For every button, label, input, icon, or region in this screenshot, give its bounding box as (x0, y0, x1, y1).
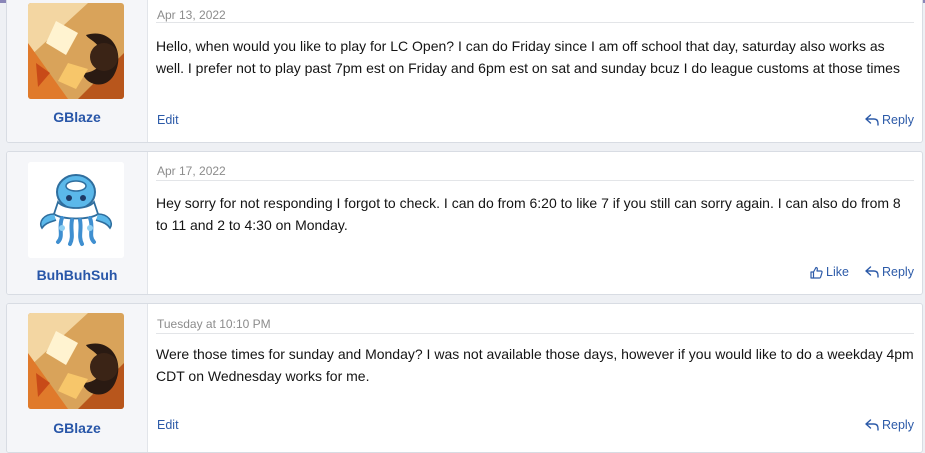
post-body: Hello, when would you like to play for L… (156, 38, 900, 76)
avatar[interactable] (28, 313, 124, 409)
post-body: Were those times for sunday and Monday? … (156, 346, 914, 384)
reply-label: Reply (882, 113, 914, 127)
reply-label: Reply (882, 418, 914, 432)
reply-arrow-icon (865, 266, 879, 278)
post-date[interactable]: Tuesday at 10:10 PM (157, 317, 271, 331)
message-user-column: BuhBuhSuh (7, 152, 148, 294)
reply-button[interactable]: Reply (865, 418, 914, 432)
date-divider (156, 22, 914, 23)
date-divider (156, 333, 914, 334)
avatar[interactable] (28, 162, 124, 258)
reply-arrow-icon (865, 419, 879, 431)
username[interactable]: GBlaze (7, 420, 147, 436)
thumbs-up-icon (810, 266, 823, 279)
reply-arrow-icon (865, 114, 879, 126)
post-body: Hey sorry for not responding I forgot to… (156, 195, 901, 233)
edit-button[interactable]: Edit (157, 113, 179, 127)
message-post: BuhBuhSuh Apr 17, 2022 Hey sorry for not… (6, 151, 923, 295)
reply-button[interactable]: Reply (865, 113, 914, 127)
message-post: GBlaze Tuesday at 10:10 PM Were those ti… (6, 303, 923, 453)
date-divider (156, 180, 914, 181)
post-date[interactable]: Apr 13, 2022 (157, 8, 226, 22)
message-post: GBlaze Apr 13, 2022 Hello, when would yo… (6, 0, 923, 143)
username[interactable]: BuhBuhSuh (7, 267, 147, 283)
post-date[interactable]: Apr 17, 2022 (157, 164, 226, 178)
reply-label: Reply (882, 265, 914, 279)
username[interactable]: GBlaze (7, 109, 147, 125)
like-label: Like (826, 265, 849, 279)
edit-label: Edit (157, 418, 179, 432)
message-user-column: GBlaze (7, 304, 148, 452)
reply-button[interactable]: Reply (865, 265, 914, 279)
edit-label: Edit (157, 113, 179, 127)
like-button[interactable]: Like (810, 265, 849, 279)
message-user-column: GBlaze (7, 0, 148, 142)
avatar[interactable] (28, 3, 124, 99)
edit-button[interactable]: Edit (157, 418, 179, 432)
